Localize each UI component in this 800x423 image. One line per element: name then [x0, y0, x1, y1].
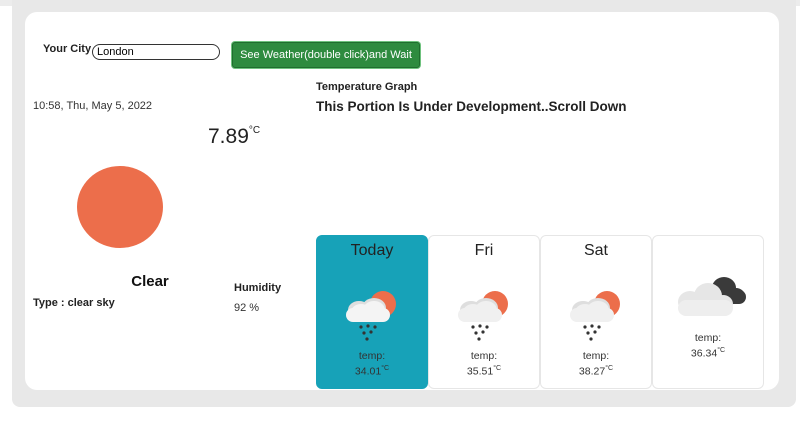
forecast-temp-value: 36.34	[690, 347, 718, 360]
rain-sun-icon	[429, 286, 539, 346]
sun-icon	[77, 166, 163, 248]
rain-sun-icon	[317, 286, 427, 346]
current-temperature: 7.89°C	[208, 125, 260, 149]
city-label: Your City	[43, 43, 92, 55]
cloudy-icon	[653, 272, 763, 332]
forecast-temp: 34.01°C	[317, 365, 427, 378]
rain-sun-icon	[541, 286, 651, 346]
forecast-temp-unit: °C	[605, 365, 614, 372]
forecast-temp: 38.27°C	[541, 365, 651, 378]
forecast-temp-unit: °C	[493, 365, 502, 372]
development-note: This Portion Is Under Development..Scrol…	[316, 99, 627, 114]
temperature-graph-label: Temperature Graph	[316, 81, 418, 93]
forecast-day: Fri	[474, 242, 494, 259]
weather-condition: Clear	[131, 273, 169, 290]
forecast-day: Today	[350, 242, 394, 259]
forecast-temp-label: temp:	[358, 350, 386, 362]
forecast-card-today: Today temp: 34.01°C	[316, 235, 428, 389]
forecast-card-fri: Fri temp: 35.51°C	[428, 235, 540, 389]
forecast-card-4: temp: 36.34°C	[652, 235, 764, 389]
humidity-value: 92 %	[234, 302, 260, 314]
see-weather-button[interactable]: See Weather(double click)and Wait	[232, 42, 420, 68]
weather-type: Type : clear sky	[33, 297, 115, 309]
forecast-temp-value: 34.01	[354, 365, 382, 378]
forecast-temp: 36.34°C	[653, 347, 763, 360]
city-input[interactable]	[92, 44, 220, 60]
temperature-unit: °C	[248, 125, 261, 136]
forecast-temp-label: temp:	[470, 350, 498, 362]
forecast-temp: 35.51°C	[429, 365, 539, 378]
temperature-value: 7.89	[208, 125, 249, 148]
forecast-day: Sat	[583, 242, 608, 259]
forecast-temp-unit: °C	[717, 347, 726, 354]
humidity-label: Humidity	[234, 282, 282, 294]
forecast-temp-value: 38.27	[578, 365, 606, 378]
current-datetime: 10:58, Thu, May 5, 2022	[33, 100, 153, 112]
forecast-temp-value: 35.51	[466, 365, 494, 378]
forecast-temp-label: temp:	[582, 350, 610, 362]
forecast-card-sat: Sat temp: 38.27°C	[540, 235, 652, 389]
forecast-temp-unit: °C	[381, 365, 390, 372]
forecast-temp-label: temp:	[694, 332, 722, 344]
